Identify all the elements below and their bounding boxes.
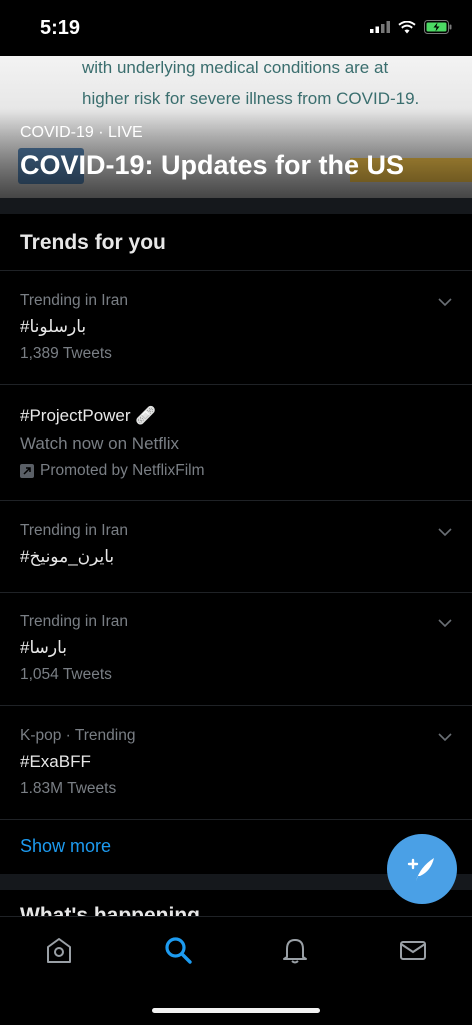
- messages-icon[interactable]: [398, 935, 428, 965]
- promoted-trend-item[interactable]: #ProjectPower 🩹 Watch now on Netflix Pro…: [0, 385, 472, 500]
- trend-item[interactable]: Trending in Iran #بارسا 1,054 Tweets: [0, 593, 472, 705]
- status-time: 5:19: [40, 17, 81, 39]
- trend-context: Trending in Iran: [20, 292, 128, 309]
- notifications-icon[interactable]: [280, 935, 310, 965]
- promoted-icon: [20, 464, 34, 478]
- wifi-icon: [398, 20, 416, 33]
- trend-context: Trending in Iran: [20, 522, 128, 539]
- compose-tweet-button[interactable]: [387, 834, 457, 904]
- trend-count: 1,054 Tweets: [20, 666, 112, 683]
- trend-item[interactable]: K-pop · Trending #ExaBFF 1.83M Tweets: [0, 706, 472, 819]
- status-bar: 5:19: [0, 0, 472, 56]
- trend-name: #ExaBFF: [20, 752, 91, 771]
- divider: [0, 819, 472, 820]
- battery-charging-icon: [424, 20, 452, 34]
- trend-item[interactable]: Trending in Iran #بايرن_مونيخ: [0, 501, 472, 592]
- trends-heading: Trends for you: [20, 231, 166, 254]
- trend-context: Trending in Iran: [20, 613, 128, 630]
- compose-tweet-icon: [407, 858, 434, 881]
- trend-name: #ProjectPower 🩹: [20, 406, 157, 425]
- chevron-down-icon[interactable]: [438, 616, 452, 630]
- trend-count: 1.83M Tweets: [20, 780, 117, 797]
- promoted-description: Watch now on Netflix: [20, 434, 180, 453]
- covid-hero-card[interactable]: with underlying medical conditions are a…: [0, 56, 472, 198]
- hero-image-caption: with underlying medical conditions are a…: [82, 56, 442, 114]
- chevron-down-icon[interactable]: [438, 730, 452, 744]
- search-icon[interactable]: [163, 935, 193, 965]
- chevron-down-icon[interactable]: [438, 295, 452, 309]
- cellular-signal-icon: [370, 21, 390, 33]
- chevron-down-icon[interactable]: [438, 525, 452, 539]
- trend-context: K-pop · Trending: [20, 727, 136, 744]
- trend-item[interactable]: Trending in Iran #بارسلونا 1,389 Tweets: [0, 271, 472, 384]
- hero-meta: COVID-19 · LIVE: [20, 124, 143, 141]
- trend-count: 1,389 Tweets: [20, 345, 112, 362]
- hero-title: COVID-19: Updates for the US: [20, 150, 405, 180]
- show-more-link[interactable]: Show more: [20, 836, 111, 857]
- status-icons: [370, 20, 452, 34]
- home-icon[interactable]: [44, 935, 74, 965]
- trend-name: #بايرن_مونيخ: [20, 547, 115, 566]
- trend-name: #بارسا: [20, 638, 68, 657]
- trend-name: #بارسلونا: [20, 317, 87, 336]
- section-divider: [0, 198, 472, 214]
- promoted-label: Promoted by NetflixFilm: [20, 462, 205, 480]
- promoted-by-text: Promoted by NetflixFilm: [40, 462, 205, 479]
- home-indicator: [152, 1008, 320, 1013]
- hero-image-line-1: with underlying medical conditions are a…: [82, 58, 389, 77]
